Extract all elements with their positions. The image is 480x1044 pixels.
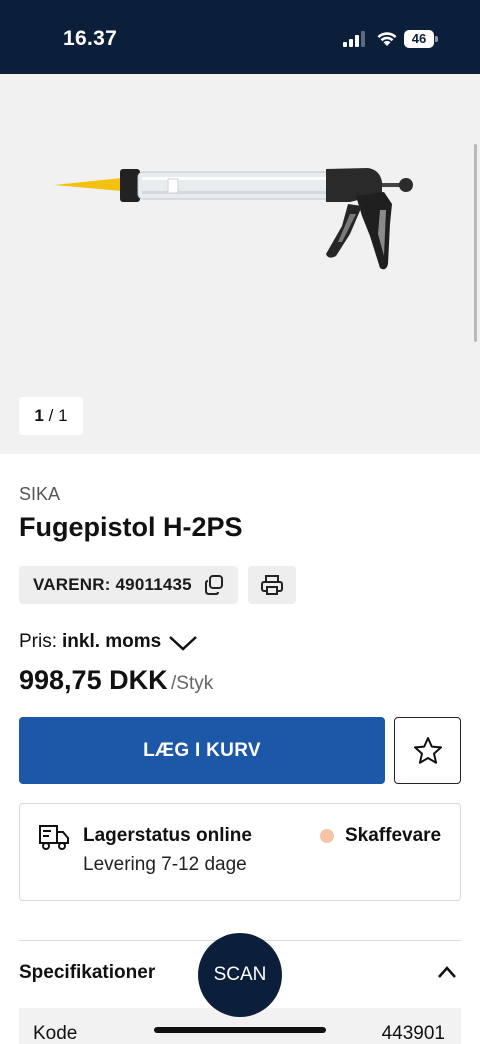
- page-total: 1: [58, 406, 68, 425]
- add-to-cart-button[interactable]: LÆG I KURV: [19, 717, 385, 784]
- chevron-up-icon[interactable]: [437, 965, 457, 979]
- delivery-time: Levering 7-12 dage: [83, 854, 247, 875]
- price-label: Pris:: [19, 631, 57, 652]
- product-brand[interactable]: SIKA: [19, 484, 60, 505]
- page-separator: /: [48, 406, 54, 425]
- copy-icon: [205, 575, 223, 595]
- gallery-scrollbar: [474, 144, 477, 342]
- sku-label: VARENR: 49011435: [33, 575, 192, 594]
- stock-status: Skaffevare: [345, 825, 442, 846]
- page-current: 1: [34, 406, 44, 425]
- spec-key: Kode: [33, 1023, 78, 1044]
- favorite-button[interactable]: [394, 717, 461, 784]
- truck-icon: [39, 825, 69, 850]
- home-indicator[interactable]: [154, 1027, 326, 1033]
- print-button[interactable]: [248, 566, 296, 604]
- print-icon: [261, 575, 283, 595]
- status-bar: 16.37 46: [0, 0, 480, 74]
- stock-title: Lagerstatus online: [83, 825, 252, 846]
- product-gallery[interactable]: 1 / 1: [0, 74, 480, 454]
- status-time: 16.37: [63, 27, 118, 50]
- chevron-down-icon[interactable]: [168, 634, 198, 652]
- product-title: Fugepistol H-2PS: [19, 512, 243, 542]
- battery-icon: 46: [404, 30, 438, 48]
- price-value: 998,75 DKK: [19, 665, 168, 695]
- sku-copy-button[interactable]: VARENR: 49011435: [19, 566, 238, 604]
- specifications-toggle[interactable]: Specifikationer: [19, 962, 155, 984]
- price-unit: /Styk: [171, 673, 214, 694]
- signal-icon: [343, 31, 365, 47]
- battery-level: 46: [404, 30, 434, 48]
- gallery-page-counter: 1 / 1: [19, 397, 83, 435]
- scan-button[interactable]: SCAN: [198, 933, 282, 1017]
- spec-value: 443901: [381, 1023, 445, 1044]
- stock-status-card: Lagerstatus online Levering 7-12 dage Sk…: [19, 803, 461, 901]
- wifi-icon: [377, 32, 397, 46]
- caulking-gun-image: [54, 168, 413, 270]
- stock-status-dot: [320, 829, 334, 843]
- star-icon: [414, 737, 442, 764]
- price-mode-selector[interactable]: inkl. moms: [62, 631, 161, 653]
